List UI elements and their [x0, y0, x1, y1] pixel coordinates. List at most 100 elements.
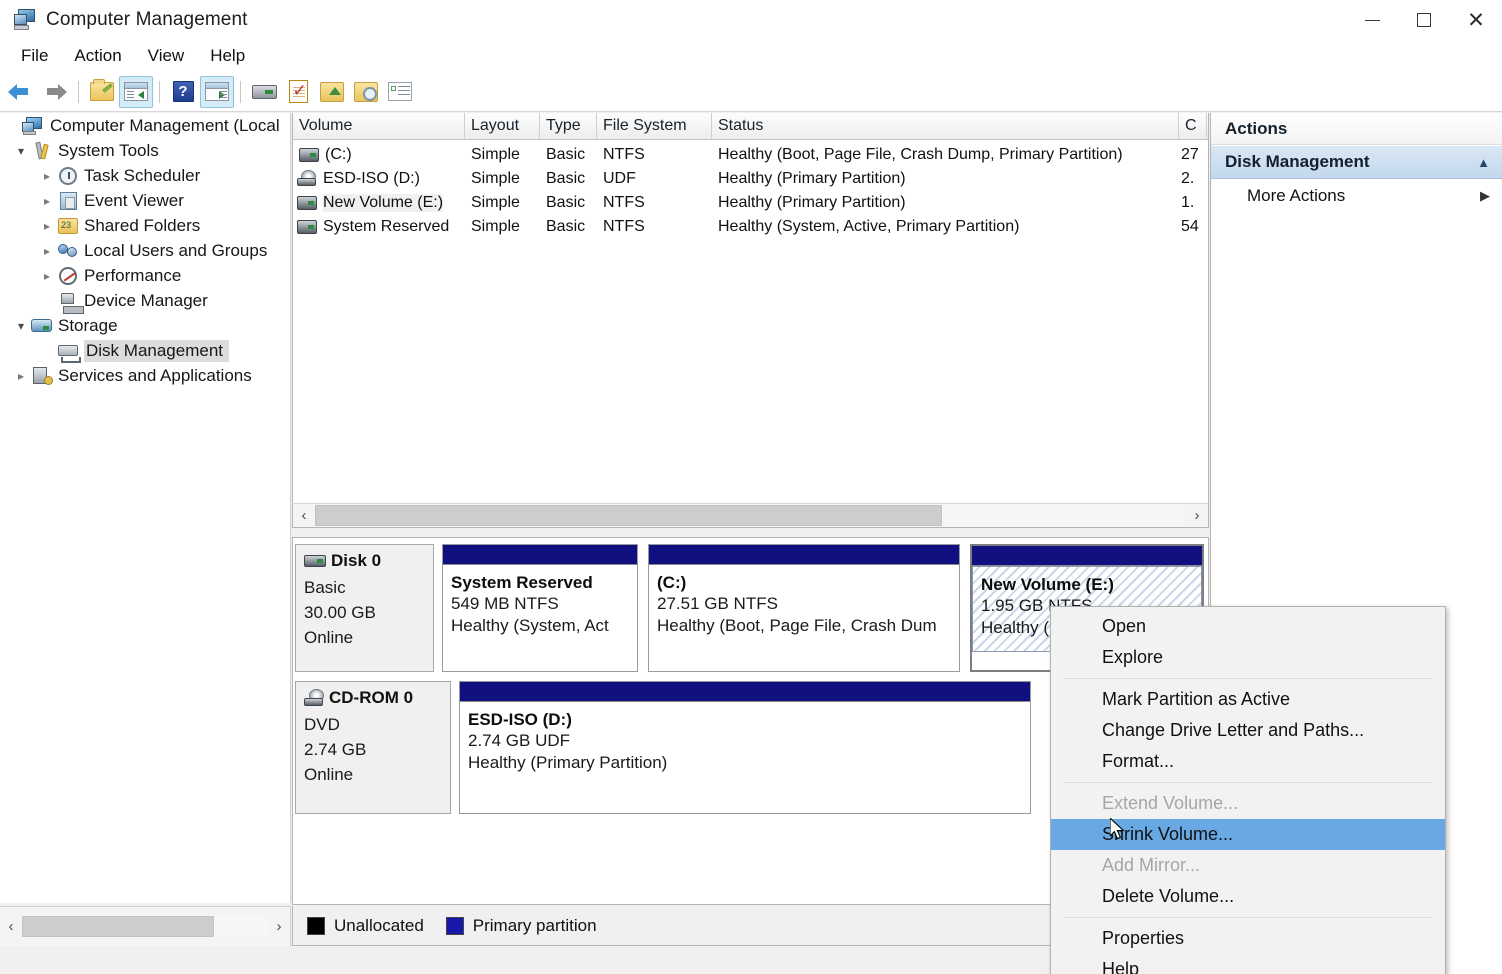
- legend-swatch: [445, 916, 464, 935]
- volume-list[interactable]: Volume Layout Type File System Status C …: [292, 113, 1209, 528]
- list-view-icon[interactable]: [383, 76, 417, 108]
- task-scheduler-icon: [56, 166, 80, 186]
- context-menu-item-mark-partition-as-active[interactable]: Mark Partition as Active: [1051, 684, 1445, 715]
- cell-type: Basic: [546, 146, 586, 163]
- chevron-right-icon[interactable]: ▸: [38, 244, 56, 258]
- back-icon[interactable]: [4, 76, 38, 108]
- column-header-type[interactable]: Type: [540, 113, 597, 139]
- sidebar-item-task-scheduler[interactable]: ▸ Task Scheduler: [0, 163, 290, 188]
- scrollbar-track[interactable]: [22, 915, 268, 938]
- sidebar-item-system-tools[interactable]: ▾ System Tools: [0, 138, 290, 163]
- scrollbar-thumb[interactable]: [315, 505, 943, 526]
- up-folder-icon[interactable]: [85, 76, 119, 108]
- cell-status: Healthy (Boot, Page File, Crash Dump, Pr…: [718, 146, 1123, 163]
- context-menu-item-shrink-volume[interactable]: Shrink Volume...: [1051, 819, 1445, 850]
- tree-item-label: Event Viewer: [84, 190, 184, 210]
- volume-list-horizontal-scrollbar[interactable]: ‹ ›: [292, 503, 1209, 528]
- disk-info-panel[interactable]: Disk 0 Basic 30.00 GB Online: [295, 544, 434, 672]
- cell-volume: ESD-ISO (D:): [323, 170, 420, 187]
- scroll-left-button[interactable]: ‹: [293, 504, 315, 527]
- close-button[interactable]: ✕: [1450, 0, 1502, 40]
- scrollbar-thumb[interactable]: [22, 916, 214, 937]
- chevron-right-icon[interactable]: ▸: [38, 194, 56, 208]
- context-menu-item-help[interactable]: Help: [1051, 954, 1445, 974]
- scrollbar-track[interactable]: [315, 504, 1186, 527]
- context-menu-item-format[interactable]: Format...: [1051, 746, 1445, 777]
- disk-title: Disk 0: [304, 551, 433, 571]
- event-viewer-icon: [56, 191, 80, 211]
- table-row[interactable]: New Volume (E:) Simple Basic NTFS Health…: [293, 191, 1208, 215]
- column-header-layout[interactable]: Layout: [465, 113, 540, 139]
- actions-group-disk-management[interactable]: Disk Management ▲: [1211, 145, 1502, 179]
- sidebar-item-event-viewer[interactable]: ▸ Event Viewer: [0, 188, 290, 213]
- title-bar: Computer Management ✕: [0, 0, 1502, 40]
- partition-system-reserved[interactable]: System Reserved 549 MB NTFS Healthy (Sys…: [442, 544, 638, 672]
- context-menu-item-delete-volume[interactable]: Delete Volume...: [1051, 881, 1445, 912]
- search-folder-icon[interactable]: [349, 76, 383, 108]
- chevron-right-icon[interactable]: ▸: [12, 369, 30, 383]
- tree-item-root[interactable]: Computer Management (Local: [0, 113, 290, 138]
- minimize-button[interactable]: [1346, 0, 1398, 40]
- sidebar-item-device-manager[interactable]: Device Manager: [0, 288, 290, 314]
- scroll-right-button[interactable]: ›: [1186, 504, 1208, 527]
- column-header-capacity[interactable]: C: [1179, 113, 1207, 139]
- menu-help[interactable]: Help: [197, 43, 258, 69]
- context-menu[interactable]: Open Explore Mark Partition as Active Ch…: [1050, 606, 1446, 974]
- context-menu-item-extend-volume: Extend Volume...: [1102, 793, 1239, 813]
- context-menu-separator: [1063, 917, 1433, 918]
- scroll-right-button[interactable]: ›: [268, 915, 290, 938]
- sidebar-item-services-and-applications[interactable]: ▸ Services and Applications: [0, 363, 290, 388]
- chevron-down-icon[interactable]: ▾: [12, 319, 30, 333]
- actions-item-more-actions[interactable]: More Actions ▶: [1211, 179, 1502, 213]
- show-hide-console-tree-icon[interactable]: [119, 75, 153, 108]
- partition-name: New Volume (E:): [981, 575, 1114, 594]
- table-row[interactable]: (C:) Simple Basic NTFS Healthy (Boot, Pa…: [293, 143, 1208, 167]
- cell-type: Basic: [546, 218, 586, 235]
- menu-action[interactable]: Action: [61, 43, 134, 69]
- menu-file[interactable]: File: [8, 43, 61, 69]
- menu-view[interactable]: View: [135, 43, 198, 69]
- table-row[interactable]: ESD-ISO (D:) Simple Basic UDF Healthy (P…: [293, 167, 1208, 191]
- column-header-volume[interactable]: Volume: [293, 113, 465, 139]
- chevron-down-icon[interactable]: ▾: [12, 144, 30, 158]
- chevron-right-icon: ▶: [1480, 188, 1490, 203]
- tree-item-label: Performance: [84, 265, 182, 285]
- sidebar-item-disk-management[interactable]: Disk Management: [0, 338, 290, 363]
- forward-icon[interactable]: [38, 76, 72, 108]
- sidebar-item-storage[interactable]: ▾ Storage: [0, 313, 290, 338]
- maximize-button[interactable]: [1398, 0, 1450, 40]
- chevron-right-icon[interactable]: ▸: [38, 219, 56, 233]
- show-action-pane-icon[interactable]: [200, 75, 234, 108]
- cell-layout: Simple: [471, 218, 520, 235]
- chevron-right-icon[interactable]: ▸: [38, 269, 56, 283]
- console-tree-horizontal-scrollbar[interactable]: ‹ ›: [0, 906, 291, 946]
- chevron-up-icon[interactable]: ▲: [1477, 155, 1490, 170]
- disk-type: DVD: [304, 715, 340, 734]
- rescan-disks-icon[interactable]: [247, 76, 281, 108]
- column-header-file-system[interactable]: File System: [597, 113, 712, 139]
- context-menu-item-properties[interactable]: Properties: [1051, 923, 1445, 954]
- sidebar-item-performance[interactable]: ▸ Performance: [0, 263, 290, 288]
- context-menu-separator: [1063, 782, 1433, 783]
- help-icon[interactable]: ?: [166, 76, 200, 108]
- sidebar-item-local-users-and-groups[interactable]: ▸ Local Users and Groups: [0, 238, 290, 263]
- context-menu-item-explore[interactable]: Explore: [1051, 642, 1445, 673]
- cell-capacity: 54: [1181, 218, 1199, 235]
- tree-item-label: System Tools: [58, 140, 159, 160]
- volume-list-header: Volume Layout Type File System Status C: [293, 113, 1208, 140]
- partition-c-drive[interactable]: (C:) 27.51 GB NTFS Healthy (Boot, Page F…: [648, 544, 960, 672]
- context-menu-item-change-drive-letter-and-paths[interactable]: Change Drive Letter and Paths...: [1051, 715, 1445, 746]
- cell-volume: New Volume (E:): [323, 194, 444, 212]
- column-header-status[interactable]: Status: [712, 113, 1179, 139]
- console-tree[interactable]: Computer Management (Local ▾ System Tool…: [0, 113, 291, 903]
- actions-group-label: Disk Management: [1225, 152, 1370, 171]
- chevron-right-icon[interactable]: ▸: [38, 169, 56, 183]
- sidebar-item-shared-folders[interactable]: ▸ Shared Folders: [0, 213, 290, 238]
- export-list-icon[interactable]: [315, 76, 349, 108]
- scroll-left-button[interactable]: ‹: [0, 915, 22, 938]
- properties-icon[interactable]: [281, 76, 315, 108]
- table-row[interactable]: System Reserved Simple Basic NTFS Health…: [293, 215, 1208, 239]
- partition-esd-iso-d[interactable]: ESD-ISO (D:) 2.74 GB UDF Healthy (Primar…: [459, 681, 1031, 814]
- disk-info-panel[interactable]: CD-ROM 0 DVD 2.74 GB Online: [295, 681, 451, 814]
- context-menu-item-open[interactable]: Open: [1051, 611, 1445, 642]
